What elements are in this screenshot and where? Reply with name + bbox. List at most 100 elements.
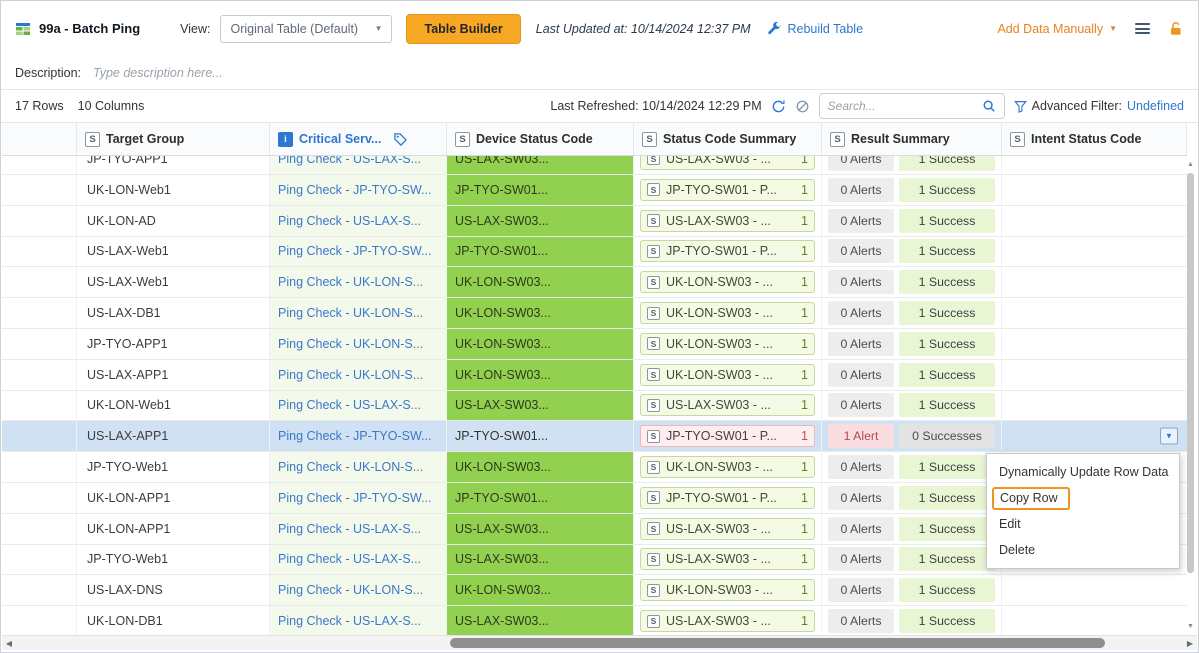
target-group-cell[interactable]: UK-LON-Web1 xyxy=(77,391,270,421)
status-summary-cell[interactable]: SJP-TYO-SW01 - P...1 xyxy=(634,483,822,513)
target-group-cell[interactable]: UK-LON-APP1 xyxy=(77,514,270,544)
table-row[interactable]: US-LAX-DB1Ping Check - UK-LON-S...UK-LON… xyxy=(2,298,1187,329)
target-group-cell[interactable]: JP-TYO-Web1 xyxy=(77,452,270,482)
device-status-cell[interactable]: JP-TYO-SW01... xyxy=(447,175,634,205)
status-code-badge[interactable]: SJP-TYO-SW01 - P...1 xyxy=(640,240,815,262)
critical-service-link[interactable]: Ping Check - UK-LON-S... xyxy=(278,337,423,351)
row-selector-cell[interactable] xyxy=(2,514,77,544)
device-status-cell[interactable]: US-LAX-SW03... xyxy=(447,514,634,544)
status-summary-cell[interactable]: SUS-LAX-SW03 - ...1 xyxy=(634,606,822,636)
result-summary-cell[interactable]: 0 Alerts1 Success xyxy=(822,452,1002,482)
target-group-cell[interactable]: UK-LON-APP1 xyxy=(77,483,270,513)
result-summary-cell[interactable]: 0 Alerts1 Success xyxy=(822,514,1002,544)
device-status-cell[interactable]: JP-TYO-SW01... xyxy=(447,421,634,451)
status-summary-cell[interactable]: SUS-LAX-SW03 - ...1 xyxy=(634,206,822,236)
result-summary-cell[interactable]: 0 Alerts1 Success xyxy=(822,298,1002,328)
row-selector-cell[interactable] xyxy=(2,267,77,297)
status-code-badge[interactable]: SJP-TYO-SW01 - P...1 xyxy=(640,425,815,447)
row-selector-cell[interactable] xyxy=(2,237,77,267)
column-header-intent-status-code[interactable]: SIntent Status Code xyxy=(1002,123,1187,155)
row-selector-cell[interactable] xyxy=(2,329,77,359)
critical-service-cell[interactable]: Ping Check - US-LAX-S... xyxy=(270,206,447,236)
status-summary-cell[interactable]: SJP-TYO-SW01 - P...1 xyxy=(634,175,822,205)
table-row[interactable]: US-LAX-Web1Ping Check - UK-LON-S...UK-LO… xyxy=(2,267,1187,298)
status-code-badge[interactable]: SJP-TYO-SW01 - P...1 xyxy=(640,487,815,509)
table-row[interactable]: JP-TYO-APP1Ping Check - UK-LON-S...UK-LO… xyxy=(2,329,1187,360)
status-summary-cell[interactable]: SUK-LON-SW03 - ...1 xyxy=(634,298,822,328)
target-group-cell[interactable]: JP-TYO-APP1 xyxy=(77,156,270,174)
vertical-scrollbar[interactable]: ▲ ▼ xyxy=(1185,158,1196,632)
status-code-badge[interactable]: SUS-LAX-SW03 - ...1 xyxy=(640,394,815,416)
table-row[interactable]: US-LAX-DNSPing Check - UK-LON-S...UK-LON… xyxy=(2,575,1187,606)
target-group-cell[interactable]: US-LAX-APP1 xyxy=(77,360,270,390)
search-icon[interactable] xyxy=(982,99,996,113)
critical-service-cell[interactable]: Ping Check - JP-TYO-SW... xyxy=(270,237,447,267)
result-summary-cell[interactable]: 1 Alert0 Successes xyxy=(822,421,1002,451)
horizontal-scroll-thumb[interactable] xyxy=(450,638,1105,648)
table-row[interactable]: UK-LON-Web1 Ping Check - JP-TYO-SW... JP-T… xyxy=(2,175,1187,206)
hamburger-menu-icon[interactable] xyxy=(1135,21,1150,37)
intent-status-cell[interactable] xyxy=(1002,298,1187,328)
rebuild-table-link[interactable]: Rebuild Table xyxy=(767,21,864,36)
table-row[interactable]: JP-TYO-APP1 Ping Check - US-LAX-S... US-LA… xyxy=(2,156,1187,175)
critical-service-link[interactable]: Ping Check - UK-LON-S... xyxy=(278,368,423,382)
table-row[interactable]: UK-LON-Web1Ping Check - US-LAX-S...US-LA… xyxy=(2,391,1187,422)
menu-item-edit[interactable]: Edit xyxy=(987,511,1179,537)
row-selector-cell[interactable] xyxy=(2,452,77,482)
status-summary-cell[interactable]: SUS-LAX-SW03 - ...1 xyxy=(634,545,822,575)
critical-service-cell[interactable]: Ping Check - JP-TYO-SW... xyxy=(270,421,447,451)
critical-service-cell[interactable]: Ping Check - US-LAX-S... xyxy=(270,156,447,174)
menu-item-delete[interactable]: Delete xyxy=(987,537,1179,563)
critical-service-cell[interactable]: Ping Check - UK-LON-S... xyxy=(270,452,447,482)
critical-service-link[interactable]: Ping Check - US-LAX-S... xyxy=(278,614,421,628)
status-summary-cell[interactable]: SUS-LAX-SW03 - ...1 xyxy=(634,391,822,421)
result-summary-cell[interactable]: 0 Alerts1 Success xyxy=(822,206,1002,236)
intent-status-cell[interactable] xyxy=(1002,606,1187,636)
target-group-cell[interactable]: UK-LON-Web1 xyxy=(77,175,270,205)
status-summary-cell[interactable]: SUK-LON-SW03 - ...1 xyxy=(634,575,822,605)
critical-service-link[interactable]: Ping Check - UK-LON-S... xyxy=(278,583,423,597)
device-status-cell[interactable]: US-LAX-SW03... xyxy=(447,156,634,174)
device-status-cell[interactable]: UK-LON-SW03... xyxy=(447,267,634,297)
view-select[interactable]: Original Table (Default) ▼ xyxy=(220,15,392,43)
search-input[interactable] xyxy=(828,99,982,113)
critical-service-link[interactable]: Ping Check - UK-LON-S... xyxy=(278,460,423,474)
target-group-cell[interactable]: US-LAX-Web1 xyxy=(77,237,270,267)
table-builder-button[interactable]: Table Builder xyxy=(406,14,520,44)
critical-service-link[interactable]: Ping Check - US-LAX-S... xyxy=(278,156,421,166)
status-code-badge[interactable]: SUK-LON-SW03 - ...1 xyxy=(640,302,815,324)
target-group-cell[interactable]: UK-LON-DB1 xyxy=(77,606,270,636)
device-status-cell[interactable]: UK-LON-SW03... xyxy=(447,329,634,359)
device-status-cell[interactable]: US-LAX-SW03... xyxy=(447,206,634,236)
refresh-icon[interactable] xyxy=(771,99,786,114)
critical-service-cell[interactable]: Ping Check - UK-LON-S... xyxy=(270,267,447,297)
column-header-device-status-code[interactable]: SDevice Status Code xyxy=(447,123,634,155)
intent-status-cell[interactable] xyxy=(1002,391,1187,421)
critical-service-link[interactable]: Ping Check - UK-LON-S... xyxy=(278,275,423,289)
result-summary-cell[interactable]: 0 Alerts1 Success xyxy=(822,237,1002,267)
intent-status-cell[interactable] xyxy=(1002,360,1187,390)
table-row[interactable]: US-LAX-Web1Ping Check - JP-TYO-SW...JP-T… xyxy=(2,237,1187,268)
critical-service-cell[interactable]: Ping Check - UK-LON-S... xyxy=(270,298,447,328)
critical-service-cell[interactable]: Ping Check - US-LAX-S... xyxy=(270,545,447,575)
critical-service-link[interactable]: Ping Check - JP-TYO-SW... xyxy=(278,183,432,197)
status-code-badge[interactable]: SUK-LON-SW03 - ...1 xyxy=(640,456,815,478)
device-status-cell[interactable]: US-LAX-SW03... xyxy=(447,391,634,421)
critical-service-cell[interactable]: Ping Check - UK-LON-S... xyxy=(270,329,447,359)
status-summary-cell[interactable]: SUK-LON-SW03 - ...1 xyxy=(634,267,822,297)
status-code-badge[interactable]: SJP-TYO-SW01 - P...1 xyxy=(640,179,815,201)
device-status-cell[interactable]: JP-TYO-SW01... xyxy=(447,237,634,267)
status-summary-cell[interactable]: SUK-LON-SW03 - ...1 xyxy=(634,452,822,482)
result-summary-cell[interactable]: 0 Alerts1 Success xyxy=(822,483,1002,513)
status-code-badge[interactable]: SUS-LAX-SW03 - ...1 xyxy=(640,156,815,170)
critical-service-link[interactable]: Ping Check - JP-TYO-SW... xyxy=(278,491,432,505)
intent-status-cell[interactable] xyxy=(1002,237,1187,267)
status-summary-cell[interactable]: SUK-LON-SW03 - ...1 xyxy=(634,360,822,390)
result-summary-cell[interactable]: 0 Alerts1 Success xyxy=(822,606,1002,636)
result-summary-cell[interactable]: 0 Alerts1 Success xyxy=(822,575,1002,605)
critical-service-cell[interactable]: Ping Check - US-LAX-S... xyxy=(270,391,447,421)
horizontal-scrollbar[interactable]: ◀ ▶ xyxy=(2,635,1197,650)
critical-service-cell[interactable]: Ping Check - US-LAX-S... xyxy=(270,514,447,544)
critical-service-cell[interactable]: Ping Check - JP-TYO-SW... xyxy=(270,175,447,205)
row-selector-cell[interactable] xyxy=(2,206,77,236)
